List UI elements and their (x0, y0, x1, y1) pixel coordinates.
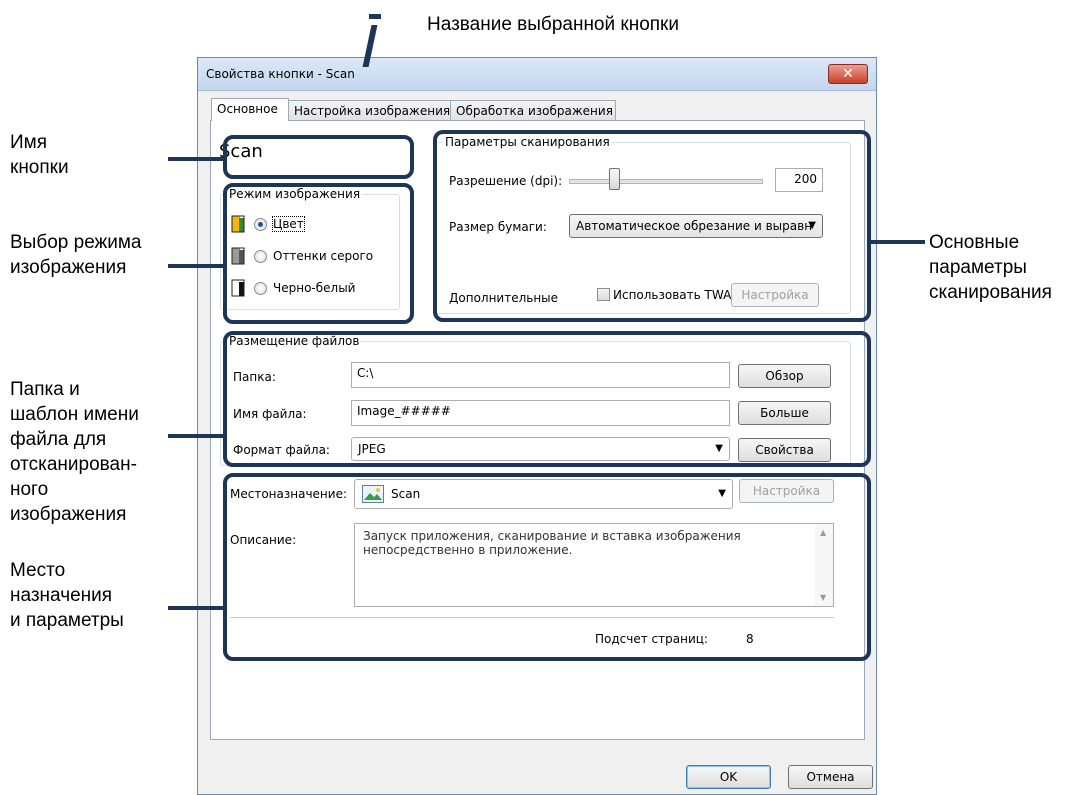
ok-button[interactable]: OK (686, 765, 771, 789)
callout-line: сканирования (929, 282, 1052, 303)
close-icon: ✕ (842, 66, 854, 82)
destination-highlight (223, 473, 871, 661)
callout-image-mode: Выбор режима изображения (10, 230, 142, 280)
tab-image-processing[interactable]: Обработка изображения (450, 100, 616, 120)
tab-image-settings[interactable]: Настройка изображения (288, 100, 451, 120)
callout-line: Выбор режима (10, 232, 142, 253)
callout-file-location: Папка и шаблон имени файла для отсканиро… (10, 377, 139, 527)
leader-line (168, 157, 226, 161)
callout-scan-params: Основные параметры сканирования (929, 230, 1052, 305)
title-bar: Свойства кнопки - Scan ✕ (198, 58, 876, 91)
callout-line: отсканирован- (10, 454, 137, 475)
cancel-button[interactable]: Отмена (788, 765, 873, 789)
leader-line (369, 14, 381, 19)
leader-line (868, 240, 925, 244)
callout-line: кнопки (10, 157, 69, 178)
file-location-highlight (223, 331, 871, 467)
callout-button-name-title: Название выбранной кнопки (427, 14, 679, 35)
callout-line: назначения (10, 585, 113, 606)
close-button[interactable]: ✕ (828, 64, 868, 84)
callout-line: шаблон имени (10, 404, 139, 425)
callout-button-name: Имя кнопки (10, 130, 69, 180)
callout-line: ного (10, 479, 49, 500)
callout-line: Имя (10, 132, 48, 153)
button-name-highlight (223, 135, 414, 179)
tab-general[interactable]: Основное (211, 98, 289, 121)
image-mode-highlight (223, 183, 414, 324)
callout-line: Место (10, 560, 66, 581)
callout-line: Папка и (10, 379, 80, 400)
callout-destination: Место назначения и параметры (10, 558, 124, 633)
leader-line (168, 264, 226, 268)
callout-line: изображения (10, 257, 127, 278)
scan-params-highlight (433, 130, 871, 322)
callout-line: Основные (929, 232, 1020, 253)
callout-line: изображения (10, 504, 127, 525)
callout-line: и параметры (10, 610, 124, 631)
callout-line: файла для (10, 429, 107, 450)
leader-line (168, 606, 226, 610)
leader-line (168, 434, 226, 438)
dialog-title: Свойства кнопки - Scan (206, 67, 355, 81)
callout-line: параметры (929, 257, 1027, 278)
